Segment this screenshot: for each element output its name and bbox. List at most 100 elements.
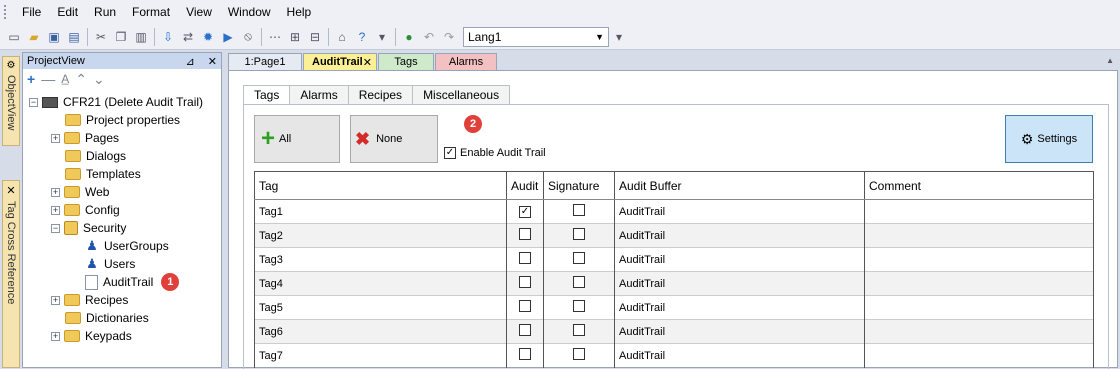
redo-icon[interactable]: ↷: [440, 28, 458, 46]
signature-checkbox[interactable]: [573, 324, 585, 336]
subtab-alarms[interactable]: Alarms: [289, 85, 349, 105]
audit-buffer-cell[interactable]: AuditTrail: [614, 199, 865, 224]
expand-icon[interactable]: +: [51, 295, 60, 305]
audit-cell[interactable]: [506, 223, 544, 248]
audit-buffer-cell[interactable]: AuditTrail: [614, 343, 865, 368]
rename-icon[interactable]: A̲: [61, 72, 69, 86]
menu-edit[interactable]: Edit: [49, 5, 86, 19]
table-row[interactable]: Tag1 ✓ AuditTrail: [254, 199, 1094, 224]
menu-view[interactable]: View: [178, 5, 220, 19]
tab-audittrail[interactable]: AuditTrail ✕: [303, 53, 377, 70]
tag-cell[interactable]: Tag3: [254, 247, 507, 272]
scroll-up-icon[interactable]: ▲: [1106, 56, 1114, 65]
signature-cell[interactable]: [543, 223, 615, 248]
select-none-button[interactable]: ✖ None: [350, 115, 438, 163]
checkbox-checked-icon[interactable]: ✓: [444, 147, 456, 159]
tag-cell[interactable]: Tag1: [254, 199, 507, 224]
subtab-recipes[interactable]: Recipes: [347, 85, 414, 105]
audit-cell[interactable]: [506, 319, 544, 344]
column-header-audit[interactable]: Audit: [506, 171, 544, 200]
audit-cell[interactable]: ✓: [506, 199, 544, 224]
tag-cross-reference-tab[interactable]: ✕ Tag Cross Reference: [2, 180, 20, 368]
subtab-miscellaneous[interactable]: Miscellaneous: [412, 85, 511, 105]
column-header-tag[interactable]: Tag: [254, 171, 507, 200]
signature-checkbox[interactable]: [573, 276, 585, 288]
audit-cell[interactable]: [506, 247, 544, 272]
comment-cell[interactable]: [864, 199, 1094, 224]
signature-checkbox[interactable]: [573, 300, 585, 312]
table-row[interactable]: Tag6 AuditTrail: [254, 319, 1094, 344]
align-icon[interactable]: ⊞: [286, 28, 304, 46]
play-icon[interactable]: ▶: [219, 28, 237, 46]
comment-cell[interactable]: [864, 295, 1094, 320]
tree-item-web[interactable]: + Web: [51, 183, 109, 201]
close-icon[interactable]: ✕: [363, 56, 372, 69]
audit-buffer-cell[interactable]: AuditTrail: [614, 223, 865, 248]
menu-file[interactable]: File: [14, 5, 49, 19]
audit-buffer-cell[interactable]: AuditTrail: [614, 271, 865, 296]
language-select[interactable]: Lang1 ▼: [463, 26, 609, 47]
tag-cell[interactable]: Tag7: [254, 343, 507, 368]
stop-icon[interactable]: ⦸: [239, 28, 257, 46]
collapse-icon[interactable]: −: [29, 97, 38, 107]
tag-cell[interactable]: Tag5: [254, 295, 507, 320]
help-icon[interactable]: ?: [353, 28, 371, 46]
tree-item-dictionaries[interactable]: Dictionaries: [65, 309, 149, 327]
audit-checkbox[interactable]: [519, 348, 531, 361]
signature-cell[interactable]: [543, 343, 615, 368]
signature-checkbox[interactable]: [573, 204, 585, 216]
expand-icon[interactable]: +: [51, 187, 60, 197]
comment-cell[interactable]: [864, 223, 1094, 248]
menu-format[interactable]: Format: [124, 5, 178, 19]
enable-audit-trail-checkbox[interactable]: ✓ Enable Audit Trail: [444, 147, 546, 159]
tree-item-keypads[interactable]: + Keypads: [51, 327, 132, 345]
tag-cell[interactable]: Tag4: [254, 271, 507, 296]
signature-cell[interactable]: [543, 319, 615, 344]
download-icon[interactable]: ⇩: [159, 28, 177, 46]
grid-icon[interactable]: ⋯: [266, 28, 284, 46]
audit-checkbox[interactable]: [519, 252, 531, 264]
audit-checkbox[interactable]: [519, 324, 531, 336]
table-row[interactable]: Tag4 AuditTrail: [254, 271, 1094, 296]
tree-root[interactable]: − CFR21 (Delete Audit Trail): [29, 93, 203, 111]
comment-cell[interactable]: [864, 271, 1094, 296]
new-file-icon[interactable]: ▭: [5, 28, 23, 46]
audit-cell[interactable]: [506, 271, 544, 296]
signature-checkbox[interactable]: [573, 228, 585, 240]
table-row[interactable]: Tag7 AuditTrail: [254, 343, 1094, 368]
audit-checkbox[interactable]: [519, 300, 531, 312]
save-all-icon[interactable]: ▤: [65, 28, 83, 46]
pin-icon[interactable]: ⊿: [186, 56, 195, 68]
close-icon[interactable]: ✕: [208, 56, 217, 68]
copy-icon[interactable]: ❐: [112, 28, 130, 46]
collapse-icon[interactable]: −: [51, 223, 60, 233]
tree-item-usergroups[interactable]: ♟ UserGroups: [85, 237, 169, 255]
comment-cell[interactable]: [864, 319, 1094, 344]
expand-icon[interactable]: +: [51, 205, 60, 215]
expand-icon[interactable]: +: [51, 331, 60, 341]
signature-cell[interactable]: [543, 271, 615, 296]
column-header-comment[interactable]: Comment: [864, 171, 1094, 200]
signature-cell[interactable]: [543, 199, 615, 224]
menu-run[interactable]: Run: [86, 5, 124, 19]
column-header-signature[interactable]: Signature: [543, 171, 615, 200]
tree-item-config[interactable]: + Config: [51, 201, 120, 219]
tree-item-users[interactable]: ♟ Users: [85, 255, 135, 273]
tree-item-audittrail[interactable]: AuditTrail 1: [85, 273, 180, 291]
tag-cell[interactable]: Tag2: [254, 223, 507, 248]
toolbar-overflow-icon[interactable]: ▾: [373, 28, 391, 46]
add-icon[interactable]: +: [27, 71, 35, 87]
tab-tags[interactable]: Tags: [378, 53, 434, 70]
select-all-button[interactable]: + All: [254, 115, 340, 163]
subtab-tags[interactable]: Tags: [243, 85, 291, 105]
signature-checkbox[interactable]: [573, 252, 585, 264]
menu-help[interactable]: Help: [279, 5, 320, 19]
audit-cell[interactable]: [506, 343, 544, 368]
transfer-icon[interactable]: ⇄: [179, 28, 197, 46]
gear-run-icon[interactable]: ✹: [199, 28, 217, 46]
column-header-audit-buffer[interactable]: Audit Buffer: [614, 171, 865, 200]
audit-buffer-cell[interactable]: AuditTrail: [614, 247, 865, 272]
tree-item-templates[interactable]: Templates: [65, 165, 141, 183]
tree-item-recipes[interactable]: + Recipes: [51, 291, 128, 309]
signature-cell[interactable]: [543, 295, 615, 320]
